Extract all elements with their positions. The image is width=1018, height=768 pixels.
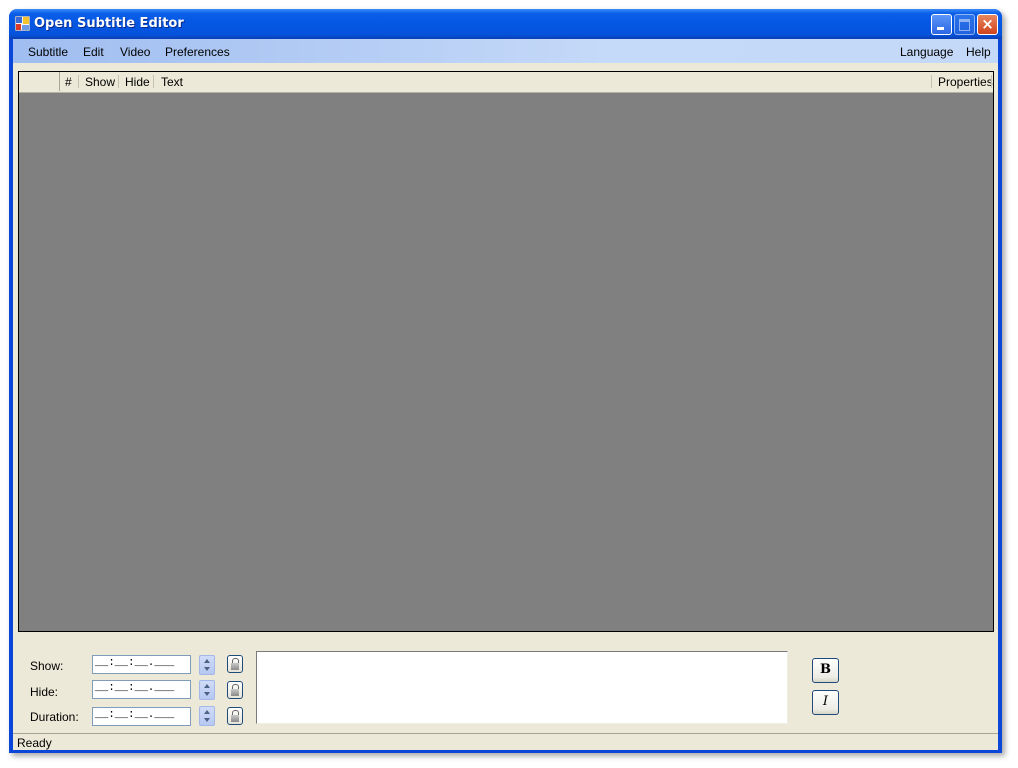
column-separator: [153, 75, 154, 88]
italic-button[interactable]: I: [812, 690, 839, 715]
menu-edit[interactable]: Edit: [83, 45, 104, 59]
menu-language[interactable]: Language: [900, 45, 953, 59]
show-label: Show:: [30, 659, 64, 673]
hide-time-spinner[interactable]: [199, 680, 215, 700]
menu-preferences[interactable]: Preferences: [165, 45, 230, 59]
menu-help[interactable]: Help: [966, 45, 991, 59]
title-bar[interactable]: Open Subtitle Editor ×: [9, 9, 1002, 39]
column-separator: [118, 75, 119, 88]
hide-lock-button[interactable]: [227, 681, 243, 699]
column-separator: [931, 75, 932, 88]
maximize-button: [954, 14, 975, 35]
grid-header: # Show Hide Text Properties: [19, 72, 993, 93]
menu-subtitle[interactable]: Subtitle: [28, 45, 68, 59]
app-icon: [15, 16, 30, 31]
app-window: Open Subtitle Editor × Subtitle Edit Vid…: [9, 9, 1002, 753]
column-header-text[interactable]: Text: [161, 75, 183, 89]
hide-time-input[interactable]: __:__:__.___: [92, 680, 191, 699]
column-separator: [78, 75, 79, 88]
bold-button[interactable]: B: [812, 658, 839, 683]
duration-label: Duration:: [30, 710, 79, 724]
duration-time-input[interactable]: __:__:__.___: [92, 707, 191, 726]
window-title: Open Subtitle Editor: [34, 16, 184, 31]
minimize-button[interactable]: [931, 14, 952, 35]
close-button[interactable]: ×: [977, 14, 998, 35]
status-text: Ready: [17, 736, 52, 750]
show-time-input[interactable]: __:__:__.___: [92, 655, 191, 674]
menu-bar: Subtitle Edit Video Preferences Language…: [13, 39, 998, 63]
duration-lock-button[interactable]: [227, 707, 243, 725]
show-time-spinner[interactable]: [199, 655, 215, 675]
column-header-number[interactable]: #: [65, 75, 72, 89]
subtitle-text-area[interactable]: [256, 651, 788, 724]
column-header-hide[interactable]: Hide: [125, 75, 150, 89]
duration-time-spinner[interactable]: [199, 706, 215, 726]
show-lock-button[interactable]: [227, 655, 243, 673]
close-icon: ×: [981, 15, 994, 33]
column-header-properties[interactable]: Properties: [938, 75, 993, 89]
column-header-show[interactable]: Show: [85, 75, 115, 89]
subtitle-grid[interactable]: # Show Hide Text Properties: [18, 71, 994, 632]
menu-video[interactable]: Video: [120, 45, 150, 59]
client-area: Subtitle Edit Video Preferences Language…: [13, 39, 998, 750]
status-bar: Ready: [13, 733, 998, 750]
column-separator: [991, 75, 992, 88]
hide-label: Hide:: [30, 685, 59, 699]
grid-corner-cell[interactable]: [19, 72, 60, 91]
